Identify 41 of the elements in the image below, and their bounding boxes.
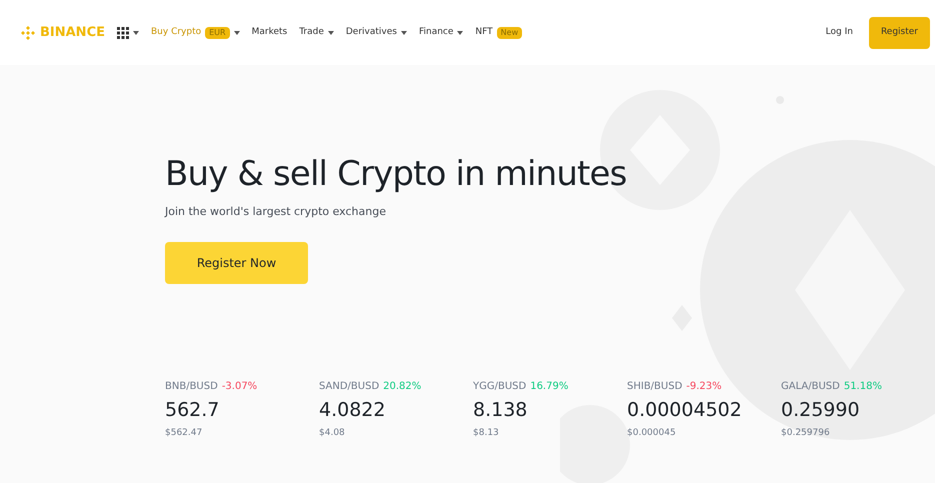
caret-icon: [234, 30, 240, 34]
trading-pair: GALA/BUSD: [781, 380, 840, 394]
caret-icon: [400, 30, 407, 34]
hero-heading: Buy & sell Crypto in minutes: [165, 153, 628, 196]
trading-pair: SAND/BUSD: [319, 380, 380, 394]
usd-price: $8.13: [473, 426, 500, 440]
login-link[interactable]: Log In: [826, 26, 853, 40]
caret-icon: [133, 30, 139, 34]
price-value: 0.00004502: [627, 398, 743, 423]
price-value: 8.138: [473, 398, 528, 423]
register-now-button[interactable]: Register Now: [165, 242, 308, 284]
usd-price: $562.47: [165, 426, 204, 440]
usd-price: $0.000045: [627, 426, 677, 440]
apps-menu-button[interactable]: [117, 26, 139, 38]
nav-menu-item[interactable]: NFT New: [475, 26, 522, 40]
price-change: 51.18%: [844, 380, 882, 394]
usd-price: $0.259796: [781, 426, 831, 440]
caret-icon: [457, 30, 464, 34]
nav-badge: New: [496, 26, 522, 38]
price-value: 4.0822: [319, 398, 386, 423]
nav-menu-item[interactable]: Finance: [418, 26, 464, 40]
nav-badge: EUR: [205, 26, 230, 38]
price-change: -9.23%: [686, 380, 722, 394]
logo-icon: [20, 24, 36, 40]
logo-text: BINANCE: [40, 24, 105, 42]
price-value: 0.25990: [781, 398, 861, 423]
usd-price: $4.08: [319, 426, 346, 440]
register-button[interactable]: Register: [868, 16, 930, 48]
trading-pair: BNB/BUSD: [165, 380, 218, 394]
trading-pair: YGG/BUSD: [473, 380, 526, 394]
price-change: -3.07%: [222, 380, 258, 394]
nav-menu-item[interactable]: Derivatives: [346, 26, 407, 40]
hero-subtitle: Join the world's largest crypto exchange: [165, 204, 387, 220]
grid-icon: [117, 26, 129, 38]
price-change: 16.79%: [530, 380, 568, 394]
caret-icon: [328, 30, 334, 34]
price-value: 562.7: [165, 398, 220, 423]
nav-menu-item[interactable]: Trade: [299, 26, 334, 40]
price-change: 20.82%: [383, 380, 422, 394]
trading-pair: SHIB/BUSD: [627, 380, 682, 394]
nav-menu-item[interactable]: Markets: [252, 26, 288, 40]
